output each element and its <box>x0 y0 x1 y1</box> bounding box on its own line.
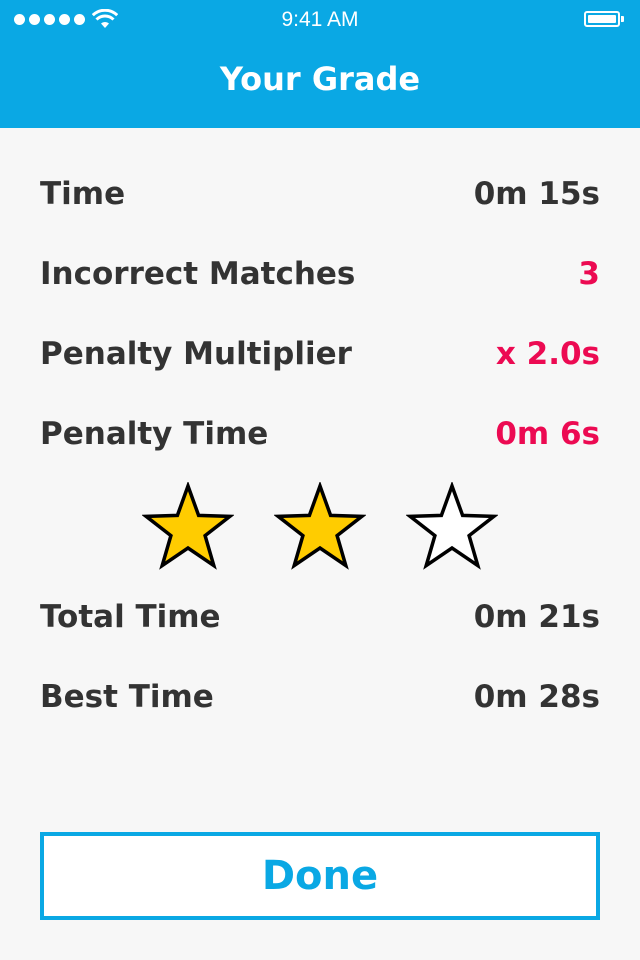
row-label: Time <box>40 176 126 212</box>
result-row-penalty-multiplier: Penalty Multiplier x 2.0s <box>40 334 600 374</box>
header-bar: 9:41 AM Your Grade <box>0 0 640 128</box>
result-row-time: Time 0m 15s <box>40 174 600 214</box>
row-label: Best Time <box>40 679 214 715</box>
total-row-total-time: Total Time 0m 21s <box>40 597 600 637</box>
row-value: x 2.0s <box>495 336 600 372</box>
row-value: 0m 28s <box>473 679 600 715</box>
row-value: 0m 6s <box>495 416 600 452</box>
result-row-penalty-time: Penalty Time 0m 6s <box>40 414 600 454</box>
battery-icon <box>584 11 626 29</box>
star-icon-3 <box>406 482 498 570</box>
row-label: Total Time <box>40 599 221 635</box>
status-time: 9:41 AM <box>281 8 359 31</box>
row-label: Incorrect Matches <box>40 256 356 292</box>
page-title: Your Grade <box>219 60 421 98</box>
row-label: Penalty Multiplier <box>40 336 352 372</box>
row-value: 0m 21s <box>473 599 600 635</box>
star-icon-1 <box>142 482 234 570</box>
total-row-best-time: Best Time 0m 28s <box>40 677 600 717</box>
done-button[interactable]: Done <box>40 832 600 920</box>
row-label: Penalty Time <box>40 416 269 452</box>
result-row-incorrect-matches: Incorrect Matches 3 <box>40 254 600 294</box>
row-value: 0m 15s <box>473 176 600 212</box>
status-bar: 9:41 AM <box>0 0 640 40</box>
star-icon-2 <box>274 482 366 570</box>
row-value: 3 <box>578 256 600 292</box>
star-rating <box>0 482 640 572</box>
